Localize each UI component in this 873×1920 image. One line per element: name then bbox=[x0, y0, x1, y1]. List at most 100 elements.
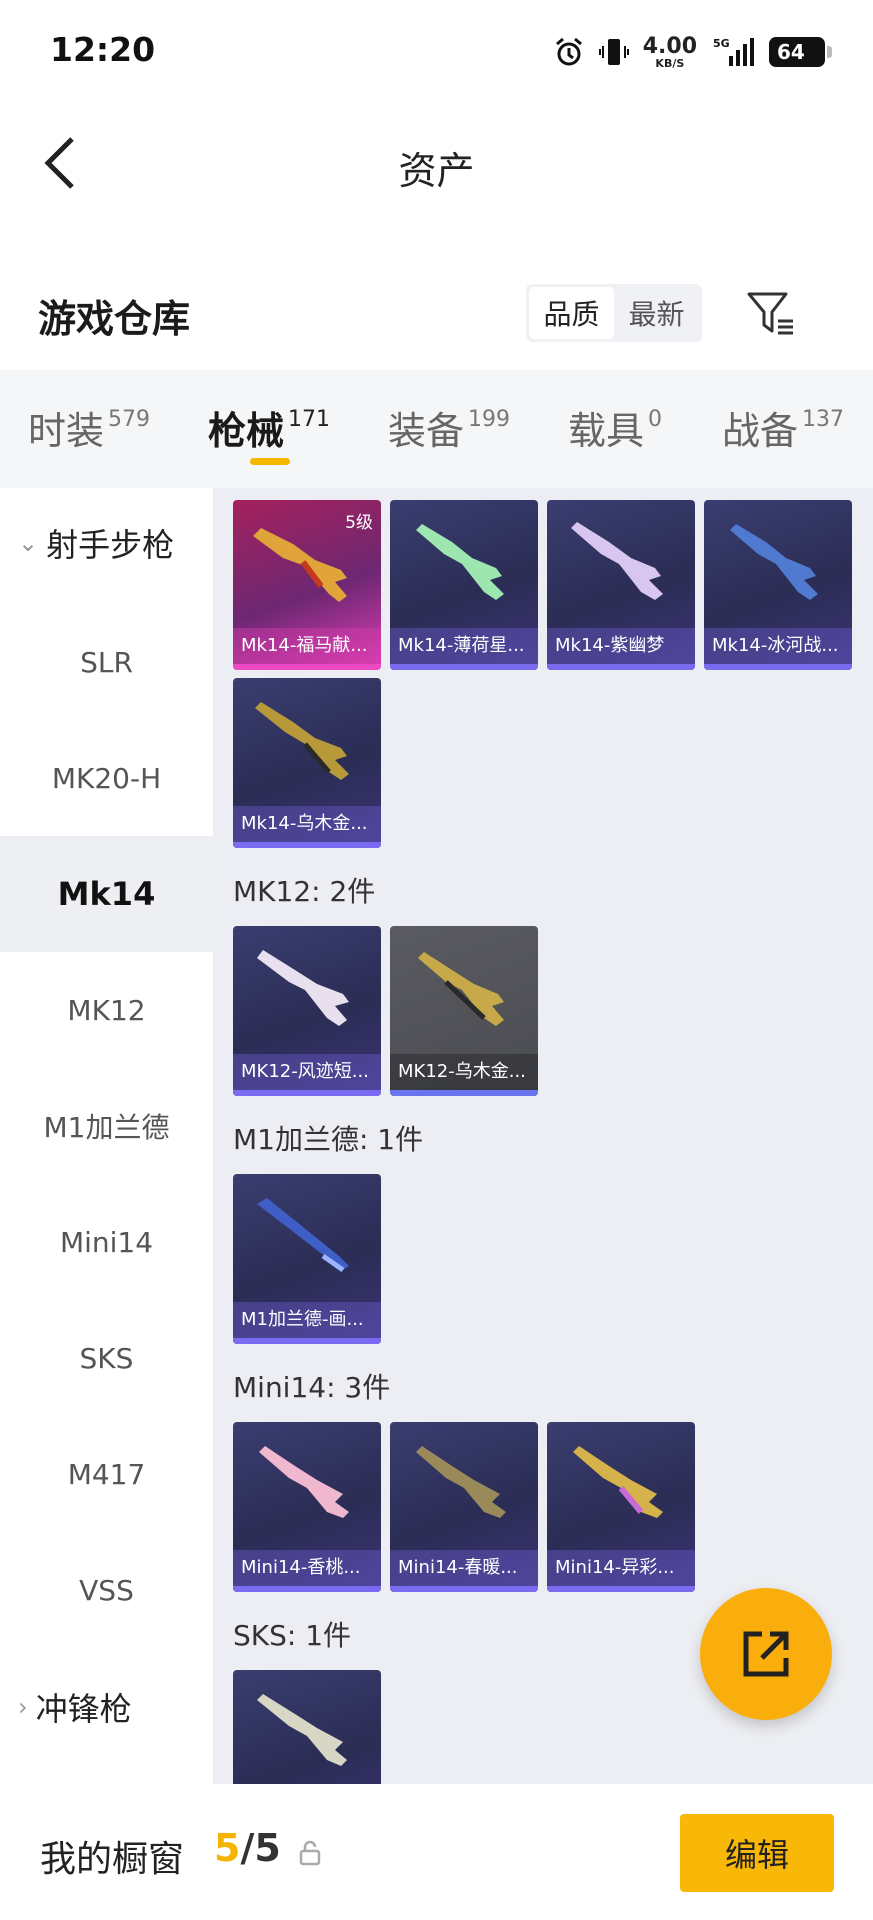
showcase-count-current: 5 bbox=[214, 1826, 241, 1870]
rarity-bar bbox=[390, 1586, 538, 1592]
sidebar-group-label: 冲锋枪 bbox=[35, 1690, 132, 1728]
sidebar-item-m1-garand[interactable]: M1加兰德 bbox=[0, 1068, 213, 1184]
page-title: 资产 bbox=[398, 149, 475, 193]
skin-name: MK12-乌木金... bbox=[390, 1054, 538, 1090]
sidebar-group-marksman[interactable]: ⌄ 射手步枪 bbox=[0, 488, 213, 598]
skin-card[interactable]: Mk14-紫幽梦 bbox=[547, 500, 695, 670]
skin-card[interactable]: 5级 Mk14-福马献... bbox=[233, 500, 381, 670]
edit-button[interactable]: 编辑 bbox=[680, 1814, 834, 1892]
skin-card[interactable]: M1加兰德-画... bbox=[233, 1174, 381, 1344]
rarity-bar bbox=[233, 1090, 381, 1096]
sidebar-item-slr[interactable]: SLR bbox=[0, 604, 213, 720]
sidebar-item-mk14[interactable]: Mk14 bbox=[0, 836, 213, 952]
rifle-icon bbox=[416, 524, 504, 600]
tab-equipment[interactable]: 装备 199 bbox=[388, 400, 510, 455]
group-label-mini14: Mini14: 3件 bbox=[233, 1371, 391, 1404]
alarm-icon bbox=[555, 37, 582, 66]
network-label: 5G bbox=[713, 37, 730, 50]
tab-label: 装备 bbox=[388, 409, 465, 453]
sidebar-item-vss[interactable]: VSS bbox=[0, 1532, 213, 1648]
showcase-count: 5/5 bbox=[214, 1826, 281, 1870]
skin-card[interactable] bbox=[233, 1670, 381, 1784]
sidebar-item-sks[interactable]: SKS bbox=[0, 1300, 213, 1416]
rarity-bar bbox=[233, 664, 381, 670]
rifle-icon bbox=[257, 950, 349, 1026]
tab-count: 171 bbox=[288, 407, 331, 432]
filter-icon bbox=[747, 292, 793, 335]
sidebar-item-mini14[interactable]: Mini14 bbox=[0, 1184, 213, 1300]
skin-name: Mini14-异彩... bbox=[547, 1550, 695, 1586]
skin-name: Mk14-冰河战... bbox=[704, 628, 852, 664]
skin-card[interactable]: Mk14-冰河战... bbox=[704, 500, 852, 670]
network-speed: 4.00 KB/S bbox=[642, 33, 697, 70]
rarity-bar bbox=[390, 1090, 538, 1096]
skin-card[interactable]: Mini14-香桃... bbox=[233, 1422, 381, 1592]
rarity-bar bbox=[233, 842, 381, 848]
share-fab[interactable] bbox=[700, 1588, 832, 1720]
rifle-icon bbox=[730, 524, 818, 600]
skin-card[interactable]: Mini14-异彩... bbox=[547, 1422, 695, 1592]
skin-card[interactable]: MK12-风迹短... bbox=[233, 926, 381, 1096]
skin-name: Mk14-紫幽梦 bbox=[547, 628, 695, 664]
filter-button[interactable] bbox=[742, 284, 800, 344]
tab-label: 枪械 bbox=[208, 409, 285, 453]
sidebar-item-mk12[interactable]: MK12 bbox=[0, 952, 213, 1068]
tab-supplies[interactable]: 战备 137 bbox=[722, 400, 844, 455]
rifle-icon bbox=[416, 1446, 506, 1518]
skin-name: Mini14-香桃... bbox=[233, 1550, 381, 1586]
skin-name: MK12-风迹短... bbox=[233, 1054, 381, 1090]
sidebar-group-smg[interactable]: › 冲锋枪 bbox=[0, 1652, 213, 1762]
rifle-icon bbox=[418, 952, 504, 1026]
tab-label: 时装 bbox=[28, 409, 105, 453]
active-tab-indicator bbox=[250, 458, 290, 465]
weapon-type-sidebar: ⌄ 射手步枪 SLR MK20-H Mk14 MK12 M1加兰德 Mini14… bbox=[0, 488, 213, 1784]
rarity-bar bbox=[233, 1338, 381, 1344]
tab-fashion[interactable]: 时装 579 bbox=[28, 400, 150, 455]
skin-card[interactable]: Mk14-薄荷星... bbox=[390, 500, 538, 670]
sidebar-item-m417[interactable]: M417 bbox=[0, 1416, 213, 1532]
sort-toggle: 品质 最新 bbox=[526, 284, 702, 342]
tab-count: 0 bbox=[648, 407, 663, 432]
tab-count: 137 bbox=[802, 407, 845, 432]
battery-icon: 64 bbox=[769, 37, 832, 67]
status-time: 12:20 bbox=[50, 30, 156, 69]
sidebar-item-mk20h[interactable]: MK20-H bbox=[0, 720, 213, 836]
skin-name: Mk14-乌木金... bbox=[233, 806, 381, 842]
rarity-bar bbox=[390, 664, 538, 670]
skin-name: M1加兰德-画... bbox=[233, 1302, 381, 1338]
rifle-icon bbox=[257, 1694, 347, 1766]
rifle-icon bbox=[255, 702, 349, 780]
rifle-icon bbox=[257, 1198, 349, 1273]
rifle-icon bbox=[259, 1446, 349, 1518]
rarity-bar bbox=[233, 1586, 381, 1592]
tab-label: 载具 bbox=[568, 409, 645, 453]
speed-value: 4.00 bbox=[642, 33, 697, 59]
bottom-bar: 我的橱窗 5/5 编辑 bbox=[0, 1784, 873, 1920]
category-tabs: 时装 579 枪械 171 装备 199 载具 0 战备 137 bbox=[0, 370, 873, 488]
sort-option-newest[interactable]: 最新 bbox=[614, 287, 699, 339]
vibrate-icon bbox=[598, 39, 629, 65]
skin-name: Mini14-春暖... bbox=[390, 1550, 538, 1586]
skin-card[interactable]: MK12-乌木金... bbox=[390, 926, 538, 1096]
battery-level: 64 bbox=[777, 40, 805, 64]
tab-firearms[interactable]: 枪械 171 bbox=[208, 400, 330, 455]
rifle-icon bbox=[253, 528, 347, 602]
skin-card[interactable]: Mini14-春暖... bbox=[390, 1422, 538, 1592]
chevron-down-icon: ⌄ bbox=[18, 529, 39, 557]
rarity-bar bbox=[547, 1586, 695, 1592]
skin-card[interactable]: Mk14-乌木金... bbox=[233, 678, 381, 848]
tab-vehicles[interactable]: 载具 0 bbox=[568, 400, 662, 455]
signal-icon: 5G bbox=[713, 37, 754, 66]
status-icons: 4.00 KB/S 5G 64 bbox=[553, 30, 832, 74]
tab-count: 579 bbox=[108, 407, 151, 432]
group-label-m1-garand: M1加兰德: 1件 bbox=[233, 1123, 424, 1156]
skin-name: Mk14-福马献... bbox=[233, 628, 381, 664]
sort-option-quality[interactable]: 品质 bbox=[529, 287, 614, 339]
skin-name: Mk14-薄荷星... bbox=[390, 628, 538, 664]
speed-unit: KB/S bbox=[655, 56, 685, 70]
sidebar-group-label: 射手步枪 bbox=[46, 526, 175, 564]
rarity-bar bbox=[704, 664, 852, 670]
lock-icon[interactable] bbox=[298, 1840, 322, 1866]
status-bar: 12:20 4.00 KB/S 5G 64 bbox=[0, 0, 873, 100]
section-title: 游戏仓库 bbox=[38, 297, 191, 341]
